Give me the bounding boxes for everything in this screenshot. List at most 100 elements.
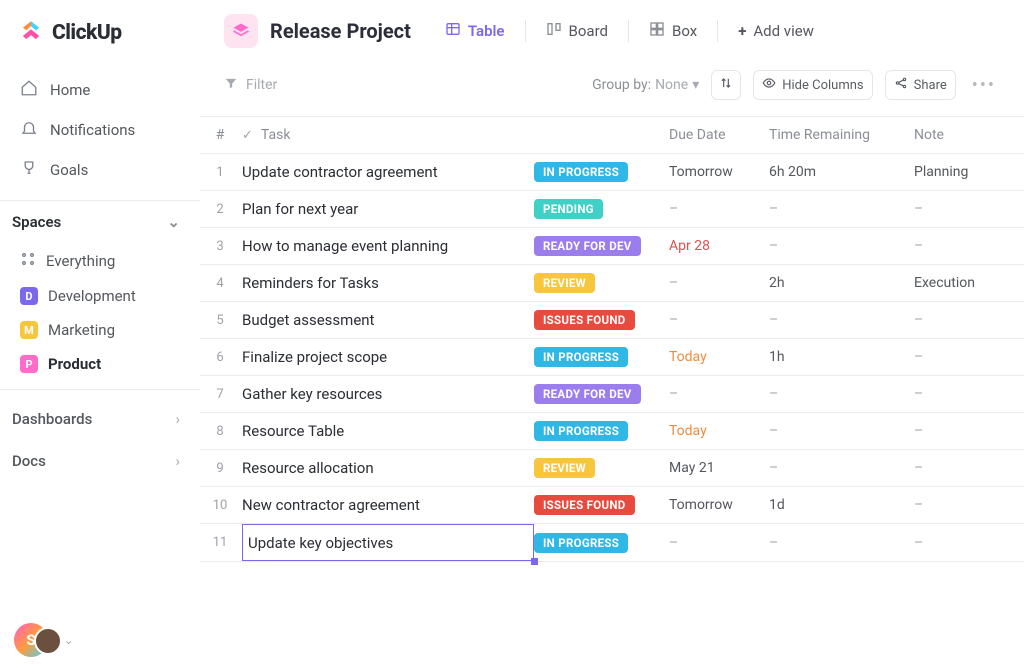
selection-handle[interactable] <box>531 558 538 565</box>
due-date-cell[interactable]: Apr 28 <box>669 238 769 254</box>
task-cell[interactable]: Update key objectives <box>234 524 534 561</box>
space-everything[interactable]: Everything <box>8 243 192 279</box>
plus-icon: + <box>738 22 746 40</box>
time-remaining-cell[interactable]: 2h <box>769 275 914 291</box>
nav-home[interactable]: Home <box>8 70 192 110</box>
due-date-cell[interactable]: Today <box>669 423 769 439</box>
task-name: Budget assessment <box>242 311 374 329</box>
note-cell[interactable]: – <box>914 497 1014 513</box>
space-item-marketing[interactable]: MMarketing <box>8 313 192 347</box>
note-cell[interactable]: – <box>914 238 1014 254</box>
time-remaining-cell[interactable]: – <box>769 238 914 254</box>
status-cell[interactable]: PENDING <box>534 199 669 219</box>
status-cell[interactable]: READY FOR DEV <box>534 236 669 256</box>
view-tab-table[interactable]: Table <box>433 14 517 48</box>
more-button[interactable]: ••• <box>968 75 1000 96</box>
status-cell[interactable]: REVIEW <box>534 458 669 478</box>
user-avatar-group[interactable]: S ⌄ <box>14 623 73 657</box>
due-date-cell[interactable]: Today <box>669 349 769 365</box>
nav-docs[interactable]: Docs › <box>0 440 200 482</box>
time-remaining-cell[interactable]: – <box>769 460 914 476</box>
hide-columns-button[interactable]: Hide Columns <box>753 70 872 100</box>
table-row[interactable]: 4Reminders for TasksREVIEW–2hExecution <box>200 265 1024 302</box>
table-row[interactable]: 10New contractor agreementISSUES FOUNDTo… <box>200 487 1024 524</box>
chevron-down-icon: ⌄ <box>64 634 73 647</box>
view-tab-board[interactable]: Board <box>534 14 620 48</box>
table-row[interactable]: 9Resource allocationREVIEWMay 21–– <box>200 450 1024 487</box>
note-cell[interactable]: – <box>914 423 1014 439</box>
due-date-cell[interactable]: – <box>669 201 769 217</box>
note-cell[interactable]: – <box>914 386 1014 402</box>
space-item-product[interactable]: PProduct <box>8 347 192 381</box>
task-cell[interactable]: Update contractor agreement <box>234 163 534 181</box>
view-tab-box[interactable]: Box <box>637 14 709 48</box>
col-header-num[interactable]: # <box>200 127 234 143</box>
status-cell[interactable]: REVIEW <box>534 273 669 293</box>
nav-goals[interactable]: Goals <box>8 150 192 190</box>
note-cell[interactable]: – <box>914 460 1014 476</box>
time-remaining-cell[interactable]: – <box>769 535 914 551</box>
col-header-note[interactable]: Note <box>914 127 1014 143</box>
status-cell[interactable]: ISSUES FOUND <box>534 310 669 330</box>
due-date-cell[interactable]: Tomorrow <box>669 164 769 180</box>
time-remaining-cell[interactable]: 1d <box>769 497 914 513</box>
row-number: 7 <box>200 387 234 402</box>
col-header-time[interactable]: Time Remaining <box>769 127 914 143</box>
note-cell[interactable]: – <box>914 201 1014 217</box>
time-remaining-cell[interactable]: 6h 20m <box>769 164 914 180</box>
share-button[interactable]: Share <box>885 70 956 100</box>
time-remaining-cell[interactable]: – <box>769 423 914 439</box>
due-date-cell[interactable]: – <box>669 312 769 328</box>
due-date-cell[interactable]: May 21 <box>669 460 769 476</box>
due-date-cell[interactable]: Tomorrow <box>669 497 769 513</box>
status-cell[interactable]: IN PROGRESS <box>534 533 669 553</box>
task-cell[interactable]: Budget assessment <box>234 311 534 329</box>
task-cell[interactable]: How to manage event planning <box>234 237 534 255</box>
groupby-dropdown[interactable]: Group by: None ▾ <box>592 77 699 93</box>
space-item-development[interactable]: DDevelopment <box>8 279 192 313</box>
time-remaining-cell[interactable]: 1h <box>769 349 914 365</box>
logo[interactable]: ClickUp <box>0 0 200 70</box>
time-remaining-cell[interactable]: – <box>769 386 914 402</box>
status-cell[interactable]: ISSUES FOUND <box>534 495 669 515</box>
table-row[interactable]: 3How to manage event planningREADY FOR D… <box>200 228 1024 265</box>
status-cell[interactable]: IN PROGRESS <box>534 421 669 441</box>
due-date-cell[interactable]: – <box>669 386 769 402</box>
table-row[interactable]: 1Update contractor agreementIN PROGRESST… <box>200 154 1024 191</box>
note-cell[interactable]: – <box>914 349 1014 365</box>
due-date-cell[interactable]: – <box>669 275 769 291</box>
filter-button[interactable]: Filter <box>224 76 277 94</box>
status-cell[interactable]: IN PROGRESS <box>534 347 669 367</box>
task-cell[interactable]: New contractor agreement <box>234 496 534 514</box>
note-cell[interactable]: – <box>914 312 1014 328</box>
time-remaining-cell[interactable]: – <box>769 201 914 217</box>
nav-notifications[interactable]: Notifications <box>8 110 192 150</box>
task-cell[interactable]: Reminders for Tasks <box>234 274 534 292</box>
row-number: 8 <box>200 424 234 439</box>
add-view-button[interactable]: + Add view <box>726 15 826 47</box>
table-row[interactable]: 11Update key objectivesIN PROGRESS––– <box>200 524 1024 562</box>
nav-dashboards[interactable]: Dashboards › <box>0 398 200 440</box>
time-remaining-cell[interactable]: – <box>769 312 914 328</box>
table-row[interactable]: 5Budget assessmentISSUES FOUND––– <box>200 302 1024 339</box>
task-cell[interactable]: Finalize project scope <box>234 348 534 366</box>
task-cell[interactable]: Gather key resources <box>234 385 534 403</box>
due-date-cell[interactable]: – <box>669 535 769 551</box>
row-number: 5 <box>200 313 234 328</box>
task-cell[interactable]: Plan for next year <box>234 200 534 218</box>
task-cell[interactable]: Resource allocation <box>234 459 534 477</box>
task-cell[interactable]: Resource Table <box>234 422 534 440</box>
note-cell[interactable]: Execution <box>914 275 1014 291</box>
col-header-due[interactable]: Due Date <box>669 127 769 143</box>
note-cell[interactable]: – <box>914 535 1014 551</box>
sort-button[interactable] <box>711 70 741 100</box>
table-row[interactable]: 2Plan for next yearPENDING––– <box>200 191 1024 228</box>
table-row[interactable]: 6Finalize project scopeIN PROGRESSToday1… <box>200 339 1024 376</box>
table-row[interactable]: 8Resource TableIN PROGRESSToday–– <box>200 413 1024 450</box>
status-cell[interactable]: IN PROGRESS <box>534 162 669 182</box>
note-cell[interactable]: Planning <box>914 164 1014 180</box>
spaces-header[interactable]: Spaces ⌄ <box>0 200 200 243</box>
status-cell[interactable]: READY FOR DEV <box>534 384 669 404</box>
col-header-task[interactable]: ✓ Task <box>234 127 534 143</box>
table-row[interactable]: 7Gather key resourcesREADY FOR DEV––– <box>200 376 1024 413</box>
